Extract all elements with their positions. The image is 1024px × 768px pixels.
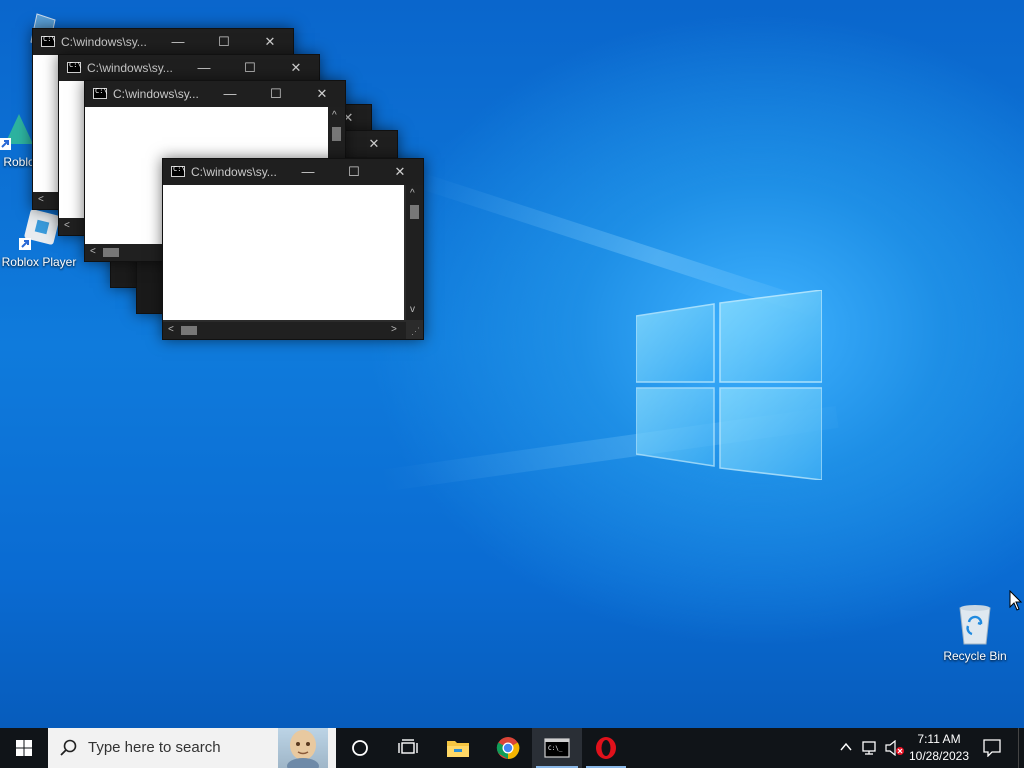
chevron-up-icon	[840, 742, 852, 751]
cortana-icon	[352, 740, 368, 756]
scroll-thumb[interactable]	[332, 127, 341, 141]
desktop-icon-label: Roblox Player	[1, 255, 77, 269]
start-button[interactable]	[0, 728, 48, 768]
maximize-button[interactable]: ☐	[201, 29, 247, 55]
close-button[interactable]: ✕	[377, 159, 423, 185]
cmd-icon	[67, 61, 82, 73]
resize-grip-icon[interactable]: ⋰	[411, 326, 420, 336]
cmd-icon	[171, 165, 186, 177]
desktop-icon-label: Roblo	[3, 155, 35, 169]
taskbar-command-prompt[interactable]: C:\_	[532, 728, 582, 768]
volume-muted-icon	[885, 740, 904, 756]
close-button[interactable]: ✕	[351, 131, 397, 157]
mouse-cursor-icon	[1009, 590, 1023, 611]
vertical-scrollbar[interactable]: ^ v	[406, 185, 423, 320]
minimize-button[interactable]: —	[285, 159, 331, 185]
recycle-bin-icon	[959, 605, 991, 645]
title-bar[interactable]: C:\windows\sy... — ☐ ✕	[85, 81, 345, 107]
scroll-left-icon[interactable]: <	[168, 325, 174, 335]
clock-date: 10/28/2023	[908, 749, 970, 763]
console-window-4[interactable]: C:\windows\sy... — ☐ ✕ ^ v < > ⋰	[162, 158, 424, 340]
search-box[interactable]: Type here to search	[48, 728, 336, 768]
search-icon	[60, 739, 77, 756]
windows-logo-wallpaper	[636, 290, 822, 480]
show-desktop-button[interactable]	[1018, 728, 1024, 768]
minimize-button[interactable]: —	[207, 81, 253, 107]
console-output[interactable]	[163, 185, 404, 320]
search-placeholder: Type here to search	[88, 739, 221, 756]
window-title: C:\windows\sy...	[61, 35, 147, 49]
taskbar: Type here to search C:\_ 7:11 AM 10/28/2…	[0, 728, 1024, 768]
minimize-button[interactable]: —	[181, 55, 227, 81]
svg-text:C:\_: C:\_	[548, 745, 563, 752]
opera-icon	[596, 737, 616, 759]
title-bar[interactable]: C:\windows\sy... — ☐ ✕	[163, 159, 423, 185]
desktop-icon-recycle-bin[interactable]: Recycle Bin	[936, 602, 1014, 663]
scroll-thumb[interactable]	[181, 326, 197, 335]
scroll-thumb[interactable]	[103, 248, 119, 257]
horizontal-scrollbar[interactable]: < >	[163, 322, 406, 339]
scroll-right-icon[interactable]: >	[391, 325, 397, 335]
network-button[interactable]	[858, 728, 882, 768]
maximize-button[interactable]: ☐	[331, 159, 377, 185]
chrome-icon	[496, 737, 520, 760]
roblox-player-icon	[19, 209, 60, 250]
maximize-button[interactable]: ☐	[253, 81, 299, 107]
window-title: C:\windows\sy...	[191, 165, 277, 179]
scroll-thumb[interactable]	[410, 205, 419, 219]
action-center-button[interactable]	[978, 728, 1006, 768]
maximize-button[interactable]: ☐	[227, 55, 273, 81]
network-icon	[862, 741, 876, 755]
window-title: C:\windows\sy...	[87, 61, 173, 75]
windows-start-icon	[16, 740, 32, 756]
task-view-button[interactable]	[384, 728, 432, 768]
folder-icon	[447, 741, 469, 757]
clock-time: 7:11 AM	[917, 732, 961, 746]
title-bar[interactable]: C:\windows\sy... — ☐ ✕	[33, 29, 293, 55]
clock[interactable]: 7:11 AM 10/28/2023	[904, 731, 974, 765]
avatar-icon	[287, 730, 319, 768]
scroll-down-icon[interactable]: v	[410, 305, 415, 315]
search-highlight-image[interactable]	[278, 728, 328, 768]
notification-icon	[983, 739, 1001, 757]
taskbar-opera[interactable]	[582, 728, 630, 768]
desktop-icon-label: Recycle Bin	[943, 649, 1007, 663]
scroll-up-icon[interactable]: ^	[332, 111, 337, 121]
task-view-icon	[398, 739, 418, 754]
scroll-left-icon[interactable]: <	[64, 221, 70, 231]
scroll-up-icon[interactable]: ^	[410, 189, 415, 199]
close-button[interactable]: ✕	[247, 29, 293, 55]
desktop: Th Roblo Roblox Player Recycle Bin C:\wi…	[0, 0, 1024, 728]
scroll-left-icon[interactable]: <	[38, 195, 44, 205]
cmd-icon: C:\_	[544, 738, 570, 758]
minimize-button[interactable]: —	[155, 29, 201, 55]
show-hidden-icons-button[interactable]	[836, 728, 856, 768]
close-button[interactable]: ✕	[273, 55, 319, 81]
window-title: C:\windows\sy...	[113, 87, 199, 101]
cmd-icon	[41, 35, 56, 47]
taskbar-file-explorer[interactable]	[434, 728, 482, 768]
cortana-button[interactable]	[336, 728, 384, 768]
title-bar[interactable]: C:\windows\sy... — ☐ ✕	[59, 55, 319, 81]
close-button[interactable]: ✕	[299, 81, 345, 107]
cmd-icon	[93, 87, 108, 99]
scroll-left-icon[interactable]: <	[90, 247, 96, 257]
volume-button[interactable]	[882, 728, 906, 768]
taskbar-chrome[interactable]	[484, 728, 532, 768]
